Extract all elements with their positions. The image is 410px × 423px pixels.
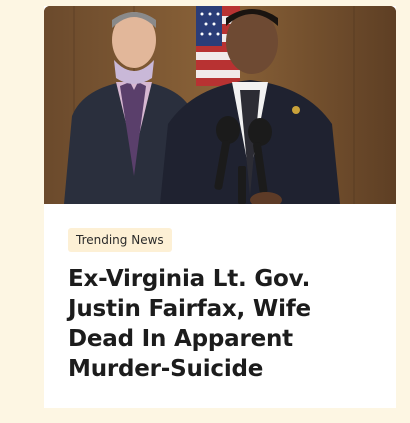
category-badge[interactable]: Trending News [68, 228, 172, 252]
article-photo[interactable] [44, 6, 396, 204]
article-headline[interactable]: Ex-Virginia Lt. Gov. Justin Fairfax, Wif… [68, 264, 378, 384]
article-photo-illustration [44, 6, 396, 204]
news-card[interactable]: Trending News Ex-Virginia Lt. Gov. Justi… [44, 6, 396, 408]
